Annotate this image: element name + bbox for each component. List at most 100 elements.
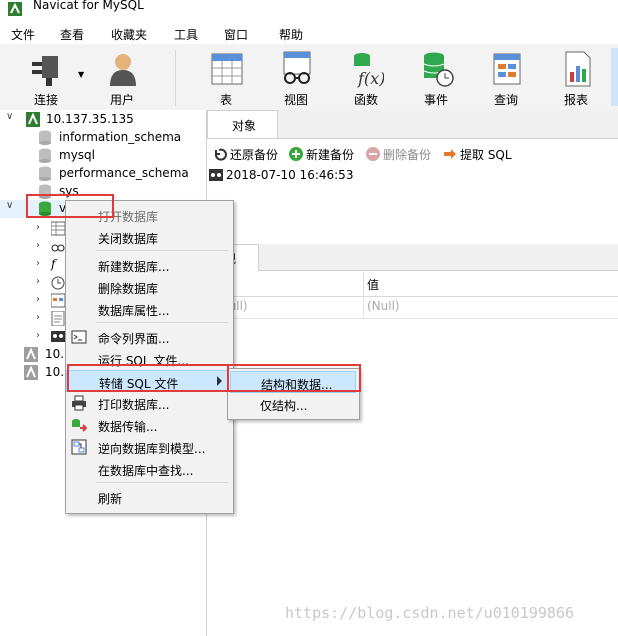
window-title: Navicat for MySQL [33,0,144,12]
watermark-text: https://blog.csdn.net/u010199866 [285,604,574,622]
delete-backup-button[interactable]: 删除备份 [366,146,431,163]
report-icon [51,311,65,326]
report-button[interactable]: 报表 [548,48,604,108]
tree-db-performance-schema[interactable]: performance_schema [38,165,208,183]
annotation-highlight-dump [67,364,229,392]
database-label: performance_schema [59,166,189,180]
toolbar-overflow[interactable] [611,48,618,106]
new-backup-label: 新建备份 [306,148,355,162]
chevron-right-icon[interactable]: › [36,330,46,342]
grid-divider [363,272,364,296]
menu-close-database[interactable]: 关闭数据库 [66,226,231,248]
report-label: 报表 [563,93,588,107]
menu-item-label: 在数据库中查找... [98,464,194,478]
view-glasses-icon [51,244,65,252]
tree-connection-node[interactable]: ∨ 10.137.35.135 [6,111,206,129]
tree-db-information-schema[interactable]: information_schema [38,129,208,147]
connection-disconnected-icon [24,347,38,362]
menu-help[interactable]: 帮助 [279,26,303,43]
detail-tab-bar [207,244,618,271]
function-button[interactable]: f(x) 函数 [338,48,394,108]
annotation-highlight-db [26,194,114,218]
chevron-down-icon[interactable]: ▼ [78,70,84,79]
menu-item-label: 命令列界面... [98,332,170,346]
menu-window[interactable]: 窗口 [224,26,248,43]
menu-new-database[interactable]: 新建数据库... [66,254,231,276]
chevron-right-icon[interactable]: › [36,294,46,306]
event-button[interactable]: 事件 [408,48,464,108]
menu-refresh[interactable]: 刷新 [66,486,231,508]
tree-backups-node[interactable]: › [36,328,66,346]
tree-db-mysql[interactable]: mysql [38,147,208,165]
restore-icon [214,148,227,161]
data-transfer-icon [72,419,87,432]
function-icon: f [51,257,56,271]
chevron-right-icon[interactable]: › [36,258,46,270]
user-label: 用户 [109,93,134,107]
backup-tape-icon [51,331,65,342]
view-glasses-icon [283,51,311,84]
view-label: 视图 [283,93,308,107]
tree-tables-node[interactable]: › [36,220,66,238]
grid-row[interactable]: (Null) (Null) [207,296,618,319]
menu-structure-only[interactable]: 仅结构... [230,393,356,415]
database-icon [39,166,51,181]
tree-connection-3[interactable]: 10.1 [24,364,72,382]
view-button[interactable]: 视图 [268,48,324,108]
table-button[interactable]: 表 [198,48,254,108]
tree-functions-node[interactable]: › f [36,256,66,274]
chevron-right-icon[interactable]: › [36,276,46,288]
tree-reports-node[interactable]: › [36,310,66,328]
toolbar-divider [175,50,176,106]
menu-item-label: 仅结构... [260,399,308,413]
connect-button[interactable]: 连接 [18,48,74,108]
query-label: 查询 [493,93,518,107]
connection-disconnected-icon [24,365,38,380]
user-icon [110,54,136,86]
menu-item-label: 关闭数据库 [98,232,159,246]
menu-view[interactable]: 查看 [60,26,84,43]
chevron-right-icon[interactable]: › [36,240,46,252]
title-bar: Navicat for MySQL [0,0,618,22]
tree-connection-2[interactable]: 10.1 [24,346,72,364]
printer-icon [72,395,86,411]
menu-data-transfer[interactable]: 数据传输... [66,414,231,436]
menu-find-in-database[interactable]: 在数据库中查找... [66,458,231,480]
tree-queries-node[interactable]: › [36,292,66,310]
menu-delete-database[interactable]: 删除数据库 [66,276,231,298]
menu-item-label: 数据库属性... [98,304,170,318]
new-backup-button[interactable]: 新建备份 [289,146,354,163]
menu-favorites[interactable]: 收藏夹 [111,26,147,43]
tab-objects[interactable]: 对象 [207,110,278,138]
function-icon: f(x) [354,53,384,88]
tree-events-node[interactable]: › [36,274,66,292]
chevron-right-icon[interactable]: › [36,222,46,234]
restore-backup-button[interactable]: 还原备份 [213,146,278,163]
menu-reverse-to-model[interactable]: 逆向数据库到模型... [66,436,231,458]
chevron-right-icon[interactable]: › [36,312,46,324]
backup-list-item[interactable]: 2018-07-10 16:46:53 [207,166,618,186]
query-icon [51,293,65,308]
menu-tools[interactable]: 工具 [174,26,198,43]
chevron-expanded-icon[interactable]: ∨ [6,111,16,123]
menu-item-label: 新建数据库... [98,260,170,274]
database-label: information_schema [59,130,182,144]
grid-header-value: 值 [367,278,380,292]
menu-file[interactable]: 文件 [11,26,35,43]
user-button[interactable]: 用户 [94,48,150,108]
plug-icon [32,56,58,86]
extract-sql-label: 提取 SQL [460,148,512,162]
menu-database-properties[interactable]: 数据库属性... [66,298,231,320]
main-toolbar: 连接 ▼ 用户 表 视图 f(x) 函数 事件 查询 报表 [0,44,618,111]
extract-sql-button[interactable]: 提取 SQL [443,146,512,163]
menu-item-label: 逆向数据库到模型... [98,442,206,456]
tree-views-node[interactable]: › [36,238,66,256]
add-icon [289,147,303,161]
menu-separator [96,322,228,323]
database-icon [39,130,51,145]
menu-print-database[interactable]: 打印数据库... [66,392,231,414]
menu-item-label: 打印数据库... [98,398,170,412]
menu-command-console[interactable]: 命令列界面... [66,326,231,348]
chevron-expanded-icon[interactable]: ∨ [6,200,16,212]
query-button[interactable]: 查询 [478,48,534,108]
